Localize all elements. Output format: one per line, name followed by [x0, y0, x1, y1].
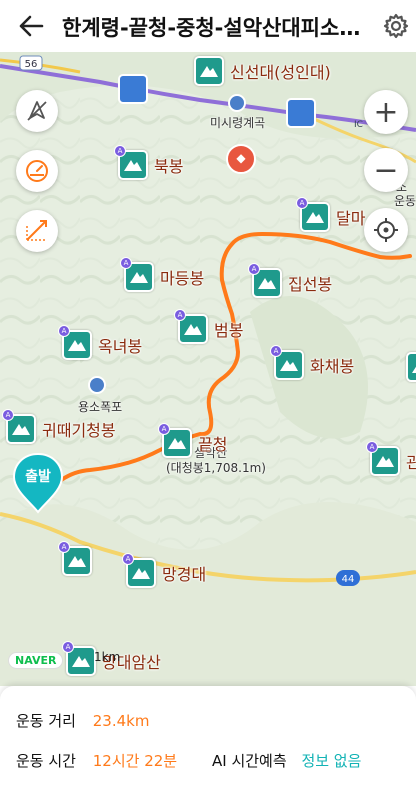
edge-bottom-label: 운동	[394, 194, 416, 208]
mountain-sub-label: (대청봉1,708.1m)	[166, 461, 266, 475]
naver-logo: NAVER	[8, 652, 64, 669]
speedometer-icon	[26, 160, 48, 182]
peak-marker[interactable]: A 북봉	[114, 145, 183, 180]
back-button[interactable]	[14, 10, 48, 42]
distance-label: 운동 거리	[16, 712, 76, 730]
start-label: 출발	[25, 469, 51, 485]
peak-marker[interactable]: A	[58, 541, 92, 576]
gear-icon	[383, 13, 409, 39]
trail-map[interactable]: 56 44 IC ◆ 미시령계곡 용소폭포 설악산 (대청봉1,708.1m) …	[0, 52, 416, 686]
start-pin[interactable]: 출발	[12, 452, 64, 514]
road-shield-44: 44	[342, 574, 355, 585]
falls-marker[interactable]	[88, 376, 106, 394]
distance-value: 23.4km	[92, 712, 150, 730]
settings-button[interactable]	[382, 12, 410, 40]
peak-marker[interactable]: A 화채봉	[270, 345, 354, 380]
peak-marker[interactable]: A 범봉	[174, 309, 243, 344]
parking-marker[interactable]	[286, 98, 316, 128]
falls-label: 용소폭포	[78, 400, 123, 414]
page-title: 한계령-끝청-중청-설악산대피소-오색	[62, 16, 362, 40]
peak-marker[interactable]: A 마등봉	[120, 257, 204, 292]
speedometer-button[interactable]	[16, 150, 58, 192]
cafe-marker[interactable]	[118, 74, 148, 104]
peak-marker[interactable]: 신선대(성인대)	[194, 56, 331, 86]
crosshair-icon	[374, 218, 398, 242]
ai-prediction-value: 정보 없음	[301, 752, 362, 770]
peak-marker[interactable]: A 망경대	[122, 553, 206, 588]
road-edge-label: IC	[354, 120, 363, 130]
arrow-left-icon	[19, 15, 44, 37]
info-marker[interactable]	[228, 94, 246, 112]
app-header: 한계령-끝청-중청-설악산대피소-오색	[0, 0, 416, 52]
elevation-button[interactable]	[16, 210, 58, 252]
my-location-button[interactable]	[364, 208, 408, 252]
peak-marker[interactable]: A 귀때기청봉	[2, 409, 116, 444]
map-scale: 1km	[94, 650, 121, 664]
zoom-in-button[interactable]: +	[364, 90, 408, 134]
peak-marker[interactable]: A 옥녀봉	[58, 325, 142, 360]
route-info-panel: 운동 거리 23.4km 운동 시간 12시간 22분 AI 시간예측 정보 없…	[0, 686, 416, 790]
elevation-icon	[26, 220, 47, 241]
more-marker[interactable]: ◆	[226, 144, 256, 174]
navigation-off-icon	[27, 101, 47, 121]
zoom-out-button[interactable]: −	[364, 148, 408, 192]
location-off-button[interactable]	[16, 90, 58, 132]
valley-label: 미시령계곡	[210, 116, 266, 130]
time-label: 운동 시간	[16, 752, 76, 770]
road-shield-56: 56	[25, 59, 38, 70]
time-value: 12시간 22분	[92, 752, 178, 770]
peak-marker[interactable]: A 끝청	[158, 423, 227, 458]
peak-marker[interactable]: A 관	[366, 441, 416, 476]
ai-prediction-label: AI 시간예측	[212, 752, 287, 770]
peak-marker[interactable]: A 집선봉	[248, 263, 332, 298]
peak-marker[interactable]	[406, 352, 416, 382]
peak-marker[interactable]: A 달마	[296, 197, 365, 232]
